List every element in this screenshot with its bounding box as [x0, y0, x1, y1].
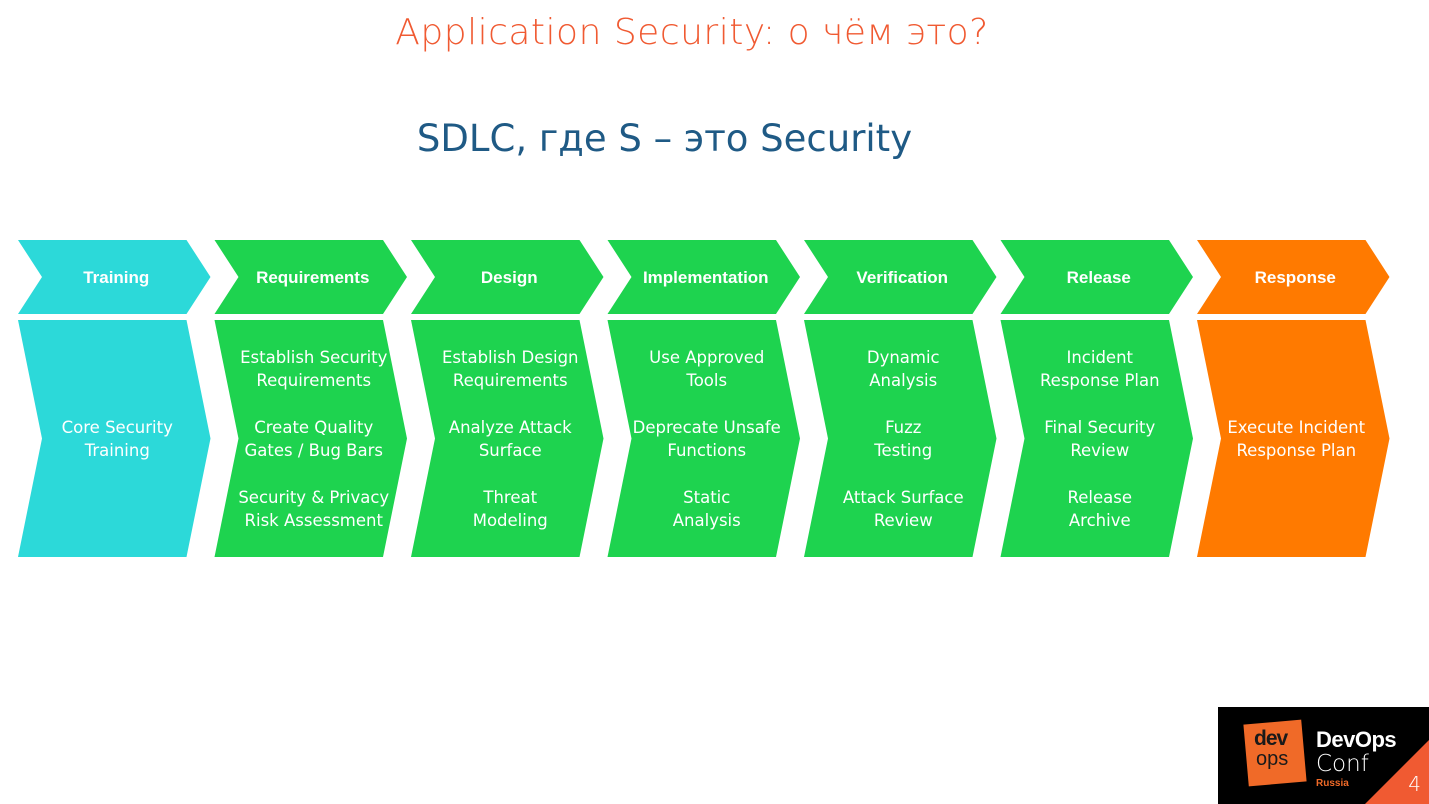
phase-label-verification: Verification: [856, 268, 948, 287]
practice-text: Response Plan: [1236, 441, 1356, 460]
practice-text: Security & Privacy: [238, 488, 389, 507]
practice-text: Analyze Attack: [449, 418, 572, 437]
practice-text: Fuzz: [885, 418, 921, 437]
phase-label-design: Design: [481, 268, 538, 287]
practice-text: Release: [1068, 488, 1132, 507]
practice-text: Analysis: [869, 371, 937, 390]
phase-label-requirements: Requirements: [256, 268, 369, 287]
phase-label-release: Release: [1067, 268, 1131, 287]
logo-region: Russia: [1316, 778, 1349, 789]
page-number: 4: [1408, 772, 1421, 796]
practice-text: Surface: [479, 441, 542, 460]
logo-suffix: Conf: [1316, 751, 1369, 777]
logo-mark-dev: dev: [1254, 727, 1288, 750]
practice-text: Use Approved: [649, 348, 764, 367]
practice-text: Review: [1070, 441, 1129, 460]
devops-conf-logo: dev ops DevOps Conf Russia 4: [1218, 707, 1429, 804]
phase-label-response: Response: [1255, 268, 1336, 287]
phase-label-training: Training: [83, 268, 149, 287]
practice-text: Attack Surface: [843, 488, 964, 507]
practice-text: Training: [84, 441, 150, 460]
practice-text: Requirements: [453, 371, 568, 390]
practice-text: Incident: [1066, 348, 1133, 367]
practice-text: Dynamic: [867, 348, 940, 367]
practice-text: Analysis: [673, 511, 741, 530]
practice-text: Threat: [482, 488, 537, 507]
practice-text: Establish Design: [442, 348, 579, 367]
phase-body-training: [18, 320, 211, 557]
practice-text: Establish Security: [240, 348, 388, 367]
practice-text: Final Security: [1044, 418, 1155, 437]
logo-mark-ops: ops: [1256, 748, 1289, 770]
practice-text: Requirements: [256, 371, 371, 390]
practice-text: Create Quality: [254, 418, 373, 437]
practice-text: Execute Incident: [1227, 418, 1365, 437]
practice-text: Response Plan: [1040, 371, 1160, 390]
practice-text: Archive: [1069, 511, 1131, 530]
phase-body-response: [1197, 320, 1390, 557]
practice-text: Core Security: [62, 418, 173, 437]
practice-text: Deprecate Unsafe: [633, 418, 781, 437]
practice-text: Testing: [873, 441, 932, 460]
sdlc-diagram: Training Core Security Training Requirement…: [18, 240, 1390, 557]
practice-text: Risk Assessment: [245, 511, 384, 530]
practice-text: Functions: [667, 441, 746, 460]
practice-text: Gates / Bug Bars: [245, 441, 383, 460]
practice-text: Modeling: [473, 511, 548, 530]
practice-text: Static: [683, 488, 730, 507]
practice-text: Review: [874, 511, 933, 530]
practice-text: Tools: [685, 371, 727, 390]
phase-label-implementation: Implementation: [643, 268, 769, 287]
